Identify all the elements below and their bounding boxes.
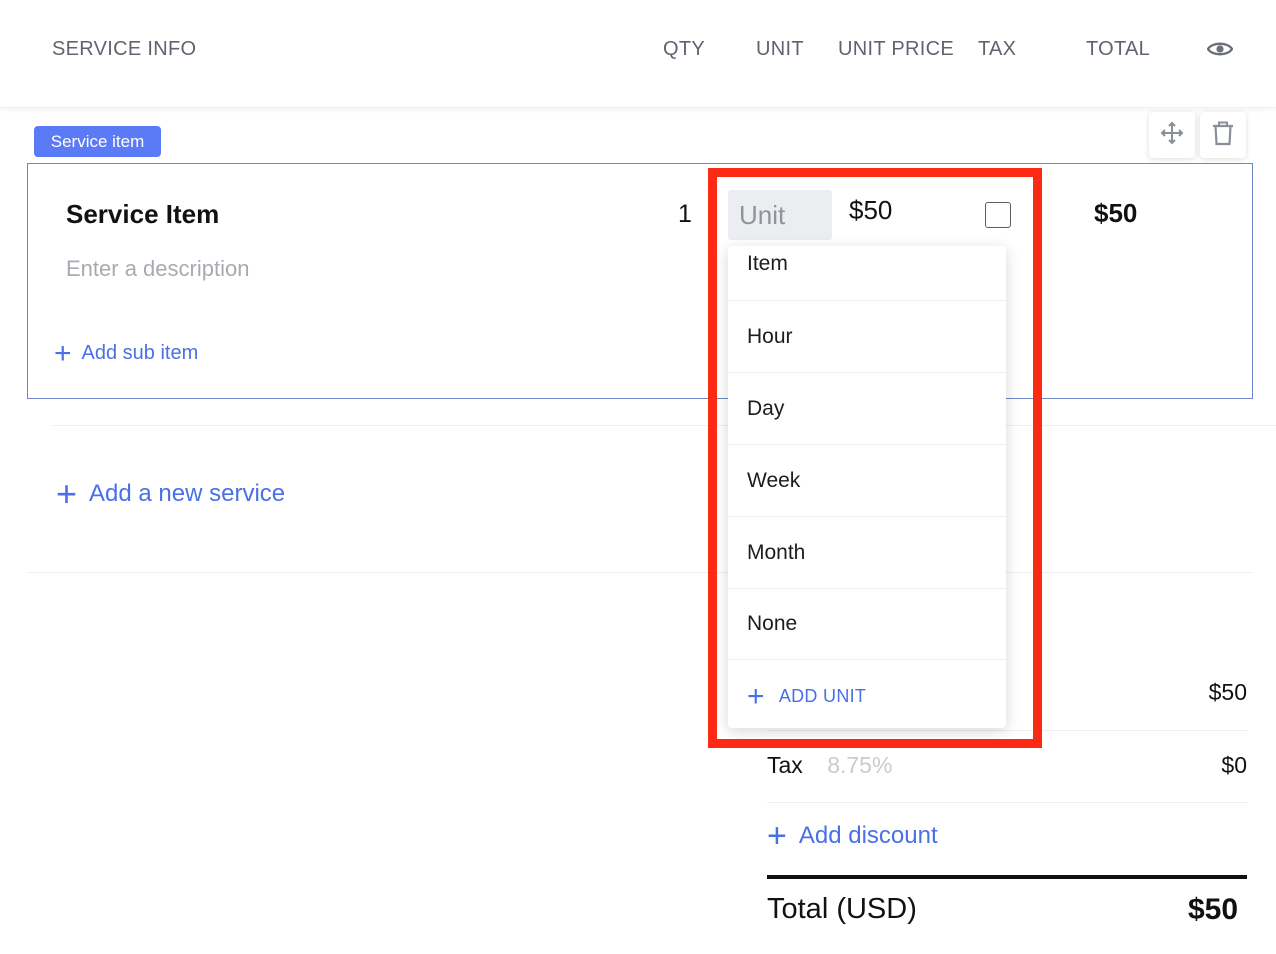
header-unit: UNIT xyxy=(756,38,804,60)
move-icon xyxy=(1160,121,1184,150)
header-tax: TAX xyxy=(978,38,1017,60)
add-sub-item-button[interactable]: + Add sub item xyxy=(54,336,199,370)
unit-option-month[interactable]: Month xyxy=(728,517,1006,589)
service-item-title[interactable]: Service Item xyxy=(66,199,219,230)
description-field[interactable]: Enter a description xyxy=(66,256,249,282)
divider xyxy=(767,730,1247,731)
unit-option-none[interactable]: None xyxy=(728,588,1006,660)
qty-field[interactable]: 1 xyxy=(678,200,692,229)
add-new-service-label: Add a new service xyxy=(89,480,286,507)
header-qty: QTY xyxy=(663,38,706,60)
tax-checkbox[interactable] xyxy=(985,202,1011,228)
total-label: Total (USD) xyxy=(767,893,917,925)
plus-icon: + xyxy=(56,473,78,514)
line-total: $50 xyxy=(1094,198,1138,228)
add-discount-button[interactable]: + Add discount xyxy=(767,817,938,855)
tax-rate-input[interactable]: 8.75% xyxy=(827,752,892,778)
table-header: SERVICE INFO QTY UNIT UNIT PRICE TAX TOT… xyxy=(0,0,1276,108)
service-item-badge: Service item xyxy=(34,126,161,157)
unit-input[interactable] xyxy=(728,190,832,240)
tax-label: Tax xyxy=(767,752,803,778)
delete-button[interactable] xyxy=(1200,112,1246,158)
tax-row: Tax 8.75% xyxy=(767,752,1247,779)
divider xyxy=(52,425,1276,426)
add-new-service-button[interactable]: + Add a new service xyxy=(56,473,286,514)
add-unit-label: ADD UNIT xyxy=(778,686,867,706)
add-unit-button[interactable]: + ADD UNIT xyxy=(747,679,867,713)
move-button[interactable] xyxy=(1149,112,1195,158)
trash-icon xyxy=(1211,120,1235,151)
tax-value: $0 xyxy=(1221,752,1247,778)
plus-icon: + xyxy=(54,336,72,370)
plus-icon: + xyxy=(747,679,765,713)
subtotal-value: $50 xyxy=(1208,679,1247,705)
divider xyxy=(27,572,1252,573)
unit-option-week[interactable]: Week xyxy=(728,445,1006,517)
header-total: TOTAL xyxy=(1086,38,1151,60)
add-discount-label: Add discount xyxy=(798,822,938,849)
divider xyxy=(767,802,1247,803)
unit-option-item[interactable]: Item xyxy=(728,246,1006,301)
unit-option-hour[interactable]: Hour xyxy=(728,301,1006,373)
total-divider xyxy=(767,875,1247,879)
add-sub-item-label: Add sub item xyxy=(81,342,199,364)
eye-icon[interactable] xyxy=(1206,40,1234,58)
header-service-info: SERVICE INFO xyxy=(52,38,197,60)
unit-price-field[interactable]: $50 xyxy=(849,195,892,226)
header-unit-price: UNIT PRICE xyxy=(838,38,954,60)
unit-dropdown: Item Hour Day Week Month None + ADD UNIT xyxy=(728,246,1006,728)
unit-option-day[interactable]: Day xyxy=(728,373,1006,445)
total-value: $50 xyxy=(1188,893,1239,926)
plus-icon: + xyxy=(767,817,787,855)
